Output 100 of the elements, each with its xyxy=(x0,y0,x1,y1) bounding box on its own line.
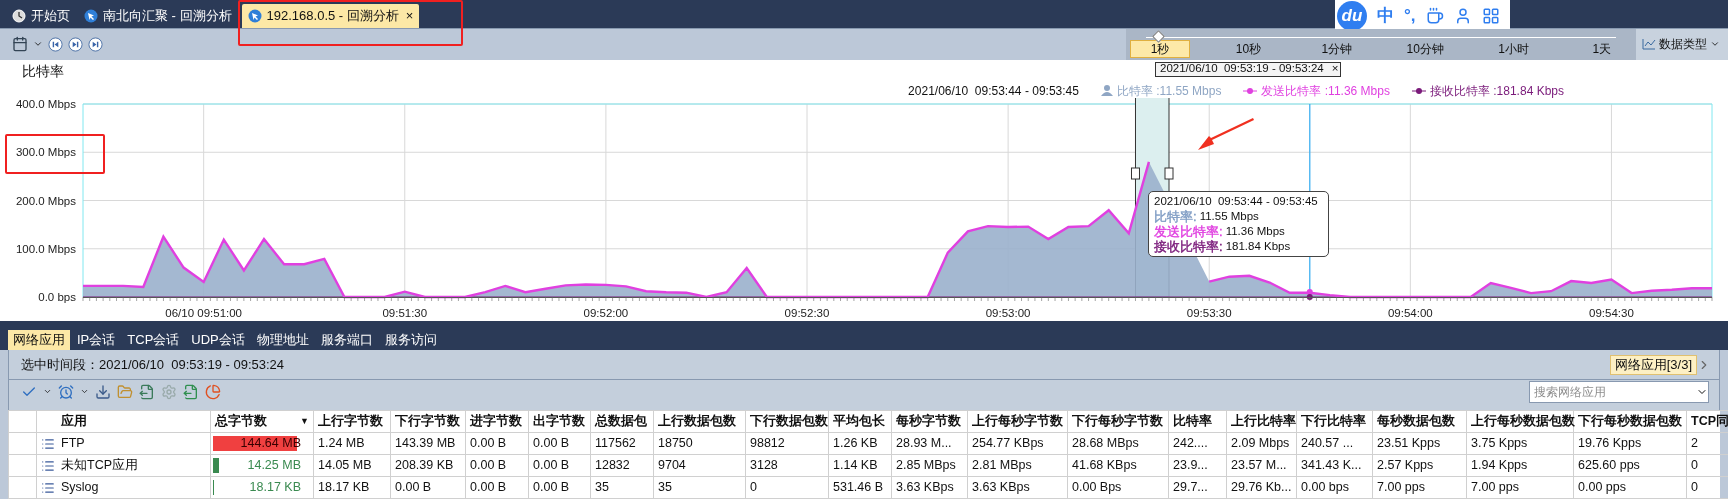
y-axis-label: 300.0 Mbps xyxy=(15,145,76,158)
view-tab[interactable]: 网络应用 xyxy=(8,330,70,351)
table-cell: 9704 xyxy=(653,454,746,477)
slider-thumb[interactable] xyxy=(1152,30,1165,43)
table-cell: 0.00 B xyxy=(528,476,591,499)
column-header[interactable]: 比特率 xyxy=(1168,410,1227,433)
time-scale-option[interactable]: 10分钟 xyxy=(1395,39,1456,58)
export-icon[interactable] xyxy=(183,383,199,400)
table-cell: 28.68 MBps xyxy=(1067,432,1169,455)
x-axis-label: 09:52:00 xyxy=(583,306,629,319)
search-field[interactable]: 搜索网络应用 xyxy=(1529,380,1709,403)
tab-label: 192.168.0.5 - 回溯分析 xyxy=(266,7,399,26)
pie-chart-icon[interactable] xyxy=(205,383,221,400)
selection-time-text: 2021/06/10 09:53:19 - 09:53:24 xyxy=(1160,61,1324,77)
clock-icon xyxy=(12,8,26,23)
x-axis-label: 09:54:00 xyxy=(1387,306,1433,319)
y-axis-label: 100.0 Mbps xyxy=(15,242,76,255)
search-input[interactable]: 搜索网络应用 xyxy=(1530,382,1696,401)
list-icon xyxy=(41,436,55,451)
previous-icon[interactable] xyxy=(48,36,63,52)
grid-icon[interactable] xyxy=(1481,6,1500,25)
table-cell: 0.00 Bps xyxy=(1067,476,1169,499)
x-axis-label: 09:54:30 xyxy=(1589,306,1634,319)
next-icon[interactable] xyxy=(68,36,83,52)
next-lock-icon[interactable] xyxy=(88,36,103,52)
y-axis-label: 0.0 bps xyxy=(38,290,76,303)
tab-label: 南北向汇聚 - 回溯分析 xyxy=(103,7,232,26)
column-header[interactable]: 上行字节数 xyxy=(313,410,391,433)
table-cell: 3128 xyxy=(745,454,829,477)
column-header[interactable]: 下行比特率 xyxy=(1296,410,1373,433)
column-header[interactable]: 下行每秒字节数 xyxy=(1067,410,1169,433)
calendar-icon[interactable] xyxy=(12,36,28,53)
column-header[interactable]: 上行每秒字节数 xyxy=(967,410,1068,433)
time-scale-option[interactable]: 1秒 xyxy=(1130,39,1190,58)
table-cell: 2.57 Kpps xyxy=(1372,454,1467,477)
download-icon[interactable] xyxy=(95,383,111,400)
table-cell-text: 18.17 KB xyxy=(248,479,302,497)
column-header[interactable]: 平均包长 xyxy=(828,410,892,433)
close-button[interactable]: × xyxy=(1331,60,1339,78)
view-badge[interactable]: 网络应用[3/3] xyxy=(1609,354,1697,375)
table-cell: 341.43 K... xyxy=(1296,454,1373,477)
column-header[interactable]: 下行数据包数 xyxy=(745,410,829,433)
time-scale-option[interactable]: 1天 xyxy=(1571,39,1632,58)
x-axis-label: 09:53:00 xyxy=(985,306,1031,319)
table-cell: 1.14 KB xyxy=(828,454,892,477)
view-tab[interactable]: IP会话 xyxy=(72,330,121,351)
document-tab[interactable]: 南北向汇聚 - 回溯分析 xyxy=(80,3,236,28)
legend-label: 比特率 :11.55 Mbps xyxy=(1116,83,1222,98)
ime-logo[interactable]: du xyxy=(1337,0,1367,31)
range-handle[interactable] xyxy=(1131,167,1140,180)
table-cell: 2.09 Mbps xyxy=(1226,432,1297,455)
cursor-icon xyxy=(84,8,98,23)
table-cell-text: 14.25 MB xyxy=(246,457,302,475)
table-cell: 242.... xyxy=(1168,432,1227,455)
view-tab[interactable]: 物理地址 xyxy=(251,330,314,351)
column-header[interactable]: 应用 xyxy=(36,410,211,433)
table-cell: 240.57 ... xyxy=(1296,432,1373,455)
column-header[interactable]: 每秒数据包数 xyxy=(1372,410,1467,433)
column-header[interactable]: 下行字节数 xyxy=(390,410,466,433)
view-tab[interactable]: 服务端口 xyxy=(315,330,378,351)
table-cell: 0.00 bps xyxy=(1296,476,1373,499)
column-header[interactable]: 进字节数 xyxy=(465,410,529,433)
table-cell: 0.00 B xyxy=(465,432,529,455)
view-tab[interactable]: 服务访问 xyxy=(379,330,442,351)
close-button[interactable]: × xyxy=(405,6,414,26)
cup-icon[interactable] xyxy=(1425,6,1444,25)
column-header[interactable]: 总数据包 xyxy=(590,410,654,433)
list-icon xyxy=(41,458,55,473)
column-header[interactable]: 上行每秒数据包数 xyxy=(1466,410,1574,433)
ime-toggle[interactable]: 中 xyxy=(1377,2,1394,29)
time-scale-option[interactable]: 1小时 xyxy=(1483,39,1544,58)
document-tab[interactable]: 开始页 xyxy=(8,3,74,28)
ime-toggle[interactable]: °, xyxy=(1404,2,1416,29)
view-tab[interactable]: TCP会话 xyxy=(122,330,185,351)
column-header[interactable]: 出字节数 xyxy=(528,410,591,433)
column-header[interactable]: TCP同 xyxy=(1686,410,1728,433)
tooltip-series-label: 接收比特率: xyxy=(1154,238,1223,254)
y-axis-label: 400.0 Mbps xyxy=(15,97,76,110)
selected-period-label: 选中时间段：2021/06/10 09:53:19 - 09:53:24 xyxy=(21,356,286,375)
range-handle[interactable] xyxy=(1164,167,1174,180)
table-cell: 0.00 B xyxy=(390,476,466,499)
legend-label: 发送比特率 :11.36 Mbps xyxy=(1261,83,1390,98)
document-tab[interactable]: 192.168.0.5 - 回溯分析 × xyxy=(241,3,420,28)
column-header[interactable]: 总字节数 ▼ xyxy=(210,410,314,433)
time-scale-option[interactable]: 10秒 xyxy=(1218,39,1279,58)
data-type-button[interactable]: 数据类型 xyxy=(1636,28,1728,60)
alarm-icon[interactable] xyxy=(58,383,74,400)
column-header[interactable]: 上行比特率 xyxy=(1226,410,1297,433)
column-header[interactable]: 上行数据包数 xyxy=(653,410,746,433)
table-cell: 3.63 KBps xyxy=(891,476,968,499)
list-icon xyxy=(41,480,55,495)
table-cell-text: Syslog xyxy=(61,479,99,497)
tooltip-value: 181.84 Kbps xyxy=(1225,238,1291,254)
export-icon[interactable] xyxy=(139,383,155,400)
table-cell: 531.46 B xyxy=(828,476,892,499)
time-scale-option[interactable]: 1分钟 xyxy=(1306,39,1367,58)
view-tab[interactable]: UDP会话 xyxy=(186,330,250,351)
table-cell: 254.77 KBps xyxy=(967,432,1068,455)
y-axis-label: 200.0 Mbps xyxy=(15,194,76,207)
column-header[interactable]: 每秒字节数 xyxy=(891,410,968,433)
